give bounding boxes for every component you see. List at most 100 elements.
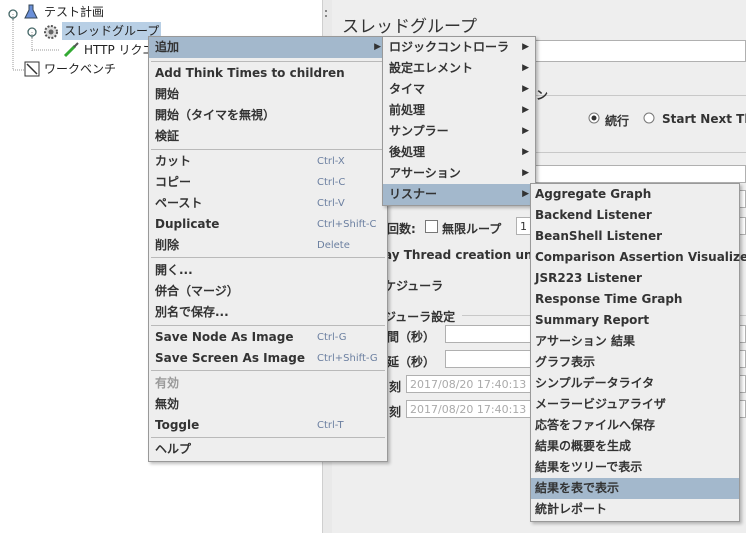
menu-separator [151,437,385,438]
name-field[interactable] [532,40,746,62]
menu-item-config-element[interactable]: 設定エレメント ▶ [383,58,535,79]
menu-item-label: 削除 [155,238,180,252]
menu-item-label: 前処理 [389,103,426,117]
menu-item-label: カット [155,154,192,168]
submenu-arrow-icon: ▶ [522,84,529,94]
menu-item-view-results-tree[interactable]: 結果をツリーで表示 [531,457,739,478]
shortcut-label: Ctrl-X [317,156,345,167]
continue-label: 続行 [605,114,630,128]
menu-item-sampler[interactable]: サンプラー ▶ [383,121,535,142]
menu-item-label: アサーション [389,166,461,180]
shortcut-label: Ctrl-T [317,420,344,431]
submenu-arrow-icon: ▶ [522,105,529,115]
startup-delay-label: 延（秒） [387,355,436,369]
menu-item-help[interactable]: ヘルプ [149,439,387,460]
menu-item-label: リスナー [389,187,438,201]
menu-item-copy[interactable]: コピー Ctrl-C [149,172,387,193]
shortcut-label: Ctrl-G [317,332,347,343]
menu-item-enable: 有効 [155,376,180,390]
menu-item-comparison-assertion-visualizer[interactable]: Comparison Assertion Visualizer [531,247,746,268]
divider-grip [325,10,330,17]
scheduler-label: ケジューラ [384,279,444,293]
menu-separator [151,257,385,258]
menu-item-graph-results[interactable]: グラフ表示 [531,352,739,373]
menu-item-validate[interactable]: 検証 [149,126,387,147]
listener-submenu: Aggregate Graph Backend Listener BeanShe… [530,183,746,522]
menu-item-listener[interactable]: リスナー ▶ [383,184,535,205]
menu-item-label: タイマ [389,82,426,96]
start-next-radio[interactable] [643,112,655,124]
menu-item-assertion[interactable]: アサーション ▶ [383,163,535,184]
tree-item-test-plan[interactable]: テスト計画 [44,3,104,21]
menu-item-timer[interactable]: タイマ ▶ [383,79,535,100]
menu-item-paste[interactable]: ペースト Ctrl-V [149,193,387,214]
menu-item-view-results-table[interactable]: 結果を表で表示 [531,478,739,499]
submenu-arrow-icon: ▶ [522,168,529,178]
menu-separator [151,325,385,326]
submenu-arrow-icon: ▶ [374,42,381,52]
menu-item-open[interactable]: 開く... [149,260,387,281]
menu-item-save-as[interactable]: 別名で保存... [149,302,387,323]
menu-item-label: Save Screen As Image [155,351,305,365]
menu-item-toggle[interactable]: Toggle Ctrl-T [149,415,387,436]
menu-item-cut[interactable]: カット Ctrl-X [149,151,387,172]
continue-radio[interactable] [588,112,600,124]
menu-item-add[interactable]: 追加 ▶ [149,37,387,58]
tree-item-workbench[interactable]: ワークベンチ [44,60,116,78]
shortcut-label: Delete [317,240,350,251]
menu-separator [151,370,385,371]
tree-toggle-icon[interactable] [26,26,38,38]
menu-item-beanshell-listener[interactable]: BeanShell Listener [531,226,739,247]
menu-item-save-node-image[interactable]: Save Node As Image Ctrl-G [149,327,387,348]
menu-item-post-processor[interactable]: 後処理 ▶ [383,142,535,163]
menu-item-pre-processor[interactable]: 前処理 ▶ [383,100,535,121]
menu-item-logic-controller[interactable]: ロジックコントローラ ▶ [383,37,535,58]
gear-icon [42,23,60,41]
submenu-arrow-icon: ▶ [522,147,529,157]
menu-item-aggregate-graph[interactable]: Aggregate Graph [531,184,739,205]
menu-item-label: ロジックコントローラ [389,40,510,54]
submenu-arrow-icon: ▶ [522,42,529,52]
scheduler-settings-label: ジューラ設定 [384,310,456,324]
menu-item-save-responses[interactable]: 応答をファイルへ保存 [531,415,739,436]
start-next-label: Start Next Threa [662,112,746,126]
tree-item-http-request[interactable]: HTTP リクエ [84,41,155,59]
menu-item-summary-report[interactable]: Summary Report [531,310,739,331]
menu-item-label: Duplicate [155,217,220,231]
tree-item-thread-group[interactable]: スレッドグループ [62,22,162,40]
menu-item-add-think-times[interactable]: Add Think Times to children [149,63,387,84]
end-time-label: 刻 [389,405,402,419]
menu-item-statistics-report[interactable]: 統計レポート [531,499,739,520]
loop-count-label: 回数: [387,222,416,236]
infinite-loop-label: 無限ループ [442,222,502,236]
menu-item-save-screen-image[interactable]: Save Screen As Image Ctrl+Shift-G [149,348,387,369]
menu-item-backend-listener[interactable]: Backend Listener [531,205,739,226]
action-section-label: ン [536,88,549,102]
menu-item-delete[interactable]: 削除 Delete [149,235,387,256]
menu-item-label: サンプラー [389,124,449,138]
menu-item-disable[interactable]: 無効 [149,394,387,415]
tree-toggle-icon[interactable] [7,8,19,20]
menu-item-label: Toggle [155,418,200,432]
divider [532,152,746,153]
menu-item-response-time-graph[interactable]: Response Time Graph [531,289,739,310]
pipette-icon [62,41,80,59]
threads-field[interactable] [532,165,746,183]
panel-title: スレッドグループ [342,17,477,37]
shortcut-label: Ctrl-V [317,198,345,209]
menu-item-start-no-timers[interactable]: 開始（タイマを無視） [149,105,387,126]
menu-item-duplicate[interactable]: Duplicate Ctrl+Shift-C [149,214,387,235]
menu-item-jsr223-listener[interactable]: JSR223 Listener [531,268,739,289]
submenu-arrow-icon: ▶ [522,63,529,73]
shortcut-label: Ctrl+Shift-C [317,219,377,230]
menu-item-generate-summary[interactable]: 結果の概要を生成 [531,436,739,457]
menu-item-label: 設定エレメント [389,61,474,75]
start-time-label: 刻 [389,380,402,394]
menu-item-simple-data-writer[interactable]: シンプルデータライタ [531,373,739,394]
menu-item-label: Save Node As Image [155,330,294,344]
menu-item-assertion-results[interactable]: アサーション 結果 [531,331,739,352]
infinite-loop-checkbox[interactable] [425,220,438,233]
menu-item-start[interactable]: 開始 [149,84,387,105]
menu-item-merge[interactable]: 併合（マージ） [149,281,387,302]
menu-item-mailer-visualizer[interactable]: メーラービジュアライザ [531,394,739,415]
